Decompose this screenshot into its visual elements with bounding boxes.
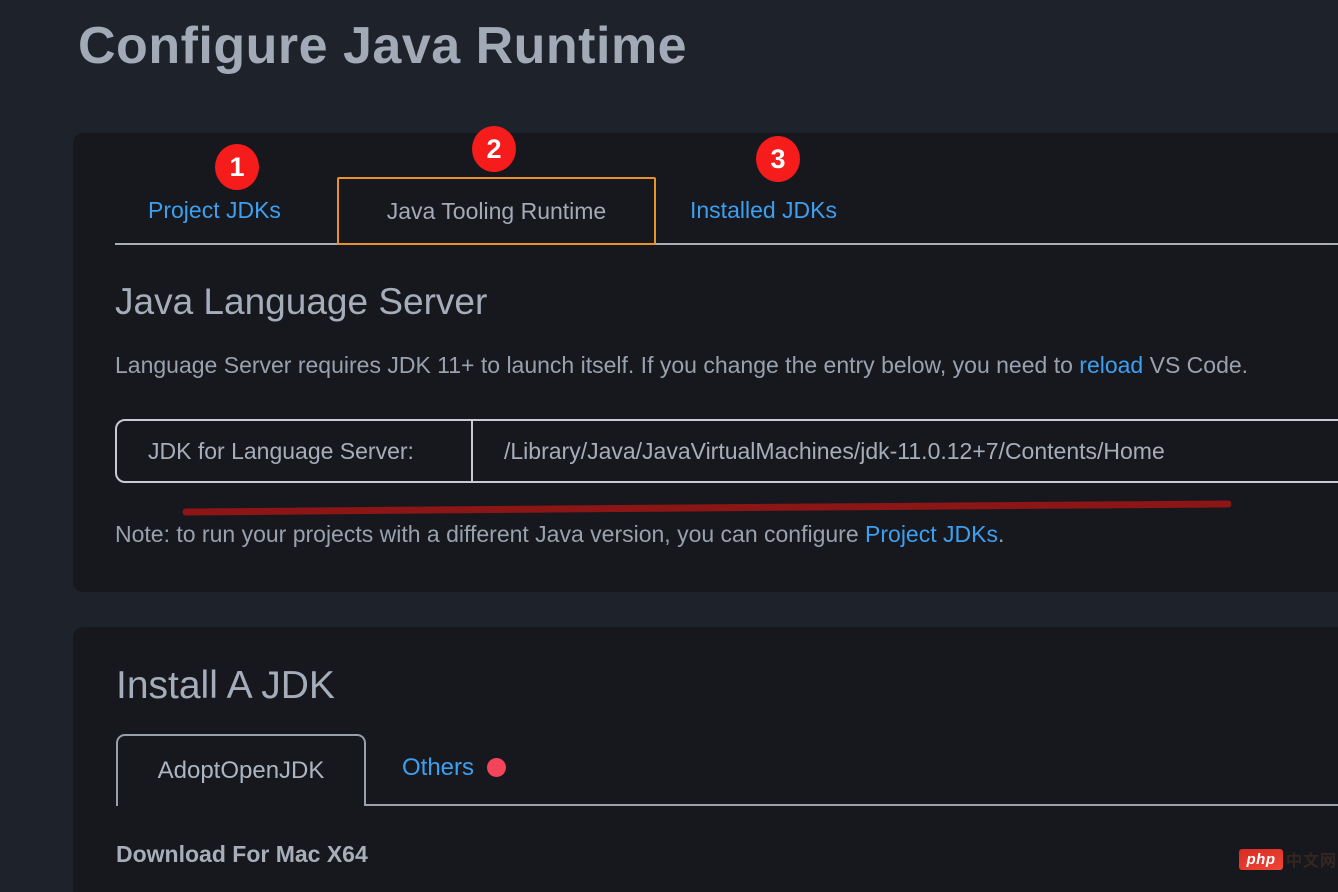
tab-strip-underline [115, 243, 1338, 245]
red-underline-annotation [182, 500, 1232, 516]
annotation-badge-1: 1 [215, 144, 259, 190]
reload-link[interactable]: reload [1079, 352, 1143, 378]
note-text: Note: to run your projects with a differ… [115, 521, 1004, 548]
download-for-mac-x64-heading: Download For Mac X64 [116, 841, 368, 867]
install-a-jdk-heading: Install A JDK [116, 664, 335, 707]
annotation-badge-2: 2 [472, 126, 516, 172]
note-text-after: . [997, 521, 1005, 547]
jdk-field-label: JDK for Language Server: [117, 421, 473, 481]
description-text: Language Server requires JDK 11+ to laun… [115, 352, 1080, 378]
watermark-site-name: 中文网 [1286, 853, 1338, 870]
tab-others[interactable]: Others [402, 754, 474, 782]
runtime-settings-card: Project JDKs Java Tooling Runtime Instal… [73, 133, 1338, 592]
tab-java-tooling-runtime[interactable]: Java Tooling Runtime [337, 177, 656, 245]
jdk-path-value[interactable]: /Library/Java/JavaVirtualMachines/jdk-11… [473, 421, 1338, 481]
tab-adoptopenjdk-label: AdoptOpenJDK [157, 757, 325, 784]
install-tab-strip-underline [366, 804, 1338, 806]
install-jdk-card: Install A JDK AdoptOpenJDK Others Downlo… [73, 627, 1338, 892]
tab-java-tooling-runtime-label: Java Tooling Runtime [386, 197, 607, 224]
project-jdks-link[interactable]: Project JDKs [865, 521, 998, 547]
jdk-for-language-server-field: JDK for Language Server: /Library/Java/J… [115, 419, 1338, 483]
others-notification-dot [487, 758, 506, 777]
java-language-server-heading: Java Language Server [115, 281, 488, 322]
tab-installed-jdks[interactable]: Installed JDKs [690, 197, 837, 224]
tab-adoptopenjdk[interactable]: AdoptOpenJDK [116, 734, 366, 806]
page-title: Configure Java Runtime [78, 17, 688, 75]
php-logo-badge: php [1239, 848, 1283, 870]
tab-project-jdks[interactable]: Project JDKs [148, 197, 281, 224]
annotation-badge-3: 3 [756, 136, 800, 182]
description-text-after: VS Code. [1143, 352, 1249, 378]
language-server-description: Language Server requires JDK 11+ to laun… [115, 352, 1248, 379]
note-text-before: Note: to run your projects with a differ… [115, 521, 866, 547]
php-watermark: php 中文网 [1239, 847, 1337, 871]
